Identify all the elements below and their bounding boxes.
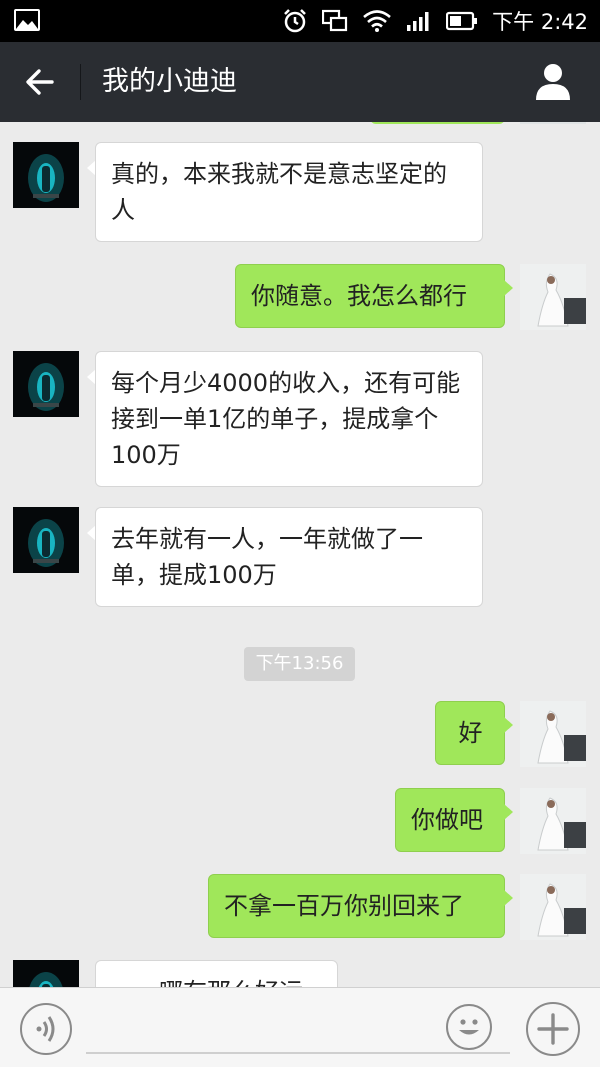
bubble-tail [504,280,513,296]
previous-message-bubble [370,122,505,124]
my-avatar[interactable] [520,788,586,854]
message-text: 你随意。我怎么都行 [251,282,467,310]
back-button[interactable] [20,62,60,102]
chat-info-button[interactable] [532,60,574,102]
message-text: 去年就有一人，一年就做了一单，提成100万 [111,525,423,589]
message-text: 好 [458,719,483,747]
input-bar [0,987,600,1067]
voice-icon [36,1016,55,1042]
contact-avatar[interactable] [13,142,79,208]
bubble-tail [504,890,513,906]
message-text: ……哪有那么好运 [111,978,303,987]
plus-icon [537,1013,569,1045]
contact-avatar[interactable] [13,507,79,573]
contact-avatar[interactable] [13,960,79,987]
message-bubble-incoming[interactable]: 真的，本来我就不是意志坚定的人 [95,142,483,242]
status-bar: 下午 2:42 [0,0,600,42]
my-avatar[interactable] [520,701,586,767]
screen-mirror-icon [322,9,348,32]
arrow-left-icon [26,69,54,95]
contact-avatar[interactable] [13,351,79,417]
more-button[interactable] [526,1002,580,1056]
bubble-tail [504,717,513,733]
chat-title: 我的小迪迪 [102,66,237,97]
chat-header: 我的小迪迪 [0,42,600,122]
message-text: 真的，本来我就不是意志坚定的人 [111,160,447,224]
battery-icon [446,11,478,31]
status-time: 下午 2:42 [492,10,588,34]
my-avatar[interactable] [520,264,586,330]
wifi-icon [363,10,391,32]
bubble-tail [504,804,513,820]
previous-message-avatar [520,122,586,124]
message-bubble-outgoing[interactable]: 不拿一百万你别回来了 [208,874,505,938]
message-bubble-incoming[interactable]: ……哪有那么好运 [95,960,338,987]
alarm-icon [284,9,307,33]
message-bubble-incoming[interactable]: 每个月少4000的收入，还有可能接到一单1亿的单子，提成拿个100万 [95,351,483,487]
message-text: 不拿一百万你别回来了 [224,892,464,920]
my-avatar[interactable] [520,874,586,940]
message-text: 你做吧 [411,806,483,834]
person-icon [536,64,570,100]
status-icons: 下午 2:42 [282,0,588,42]
emoji-button[interactable] [446,1004,492,1050]
message-bubble-outgoing[interactable]: 你做吧 [395,788,505,852]
gallery-icon [14,9,40,31]
header-divider [80,64,81,100]
voice-button[interactable] [20,1003,72,1055]
message-bubble-outgoing[interactable]: 好 [435,701,505,765]
smiley-icon [459,1019,479,1035]
message-list[interactable]: 真的，本来我就不是意志坚定的人 你随意。我怎么都行 每个月少4000的收入，还有… [0,122,600,987]
signal-icon [407,12,429,31]
message-bubble-incoming[interactable]: 去年就有一人，一年就做了一单，提成100万 [95,507,483,607]
message-bubble-outgoing[interactable]: 你随意。我怎么都行 [235,264,505,328]
message-text: 每个月少4000的收入，还有可能接到一单1亿的单子，提成拿个100万 [111,369,461,469]
message-timestamp: 下午13:56 [244,647,355,681]
